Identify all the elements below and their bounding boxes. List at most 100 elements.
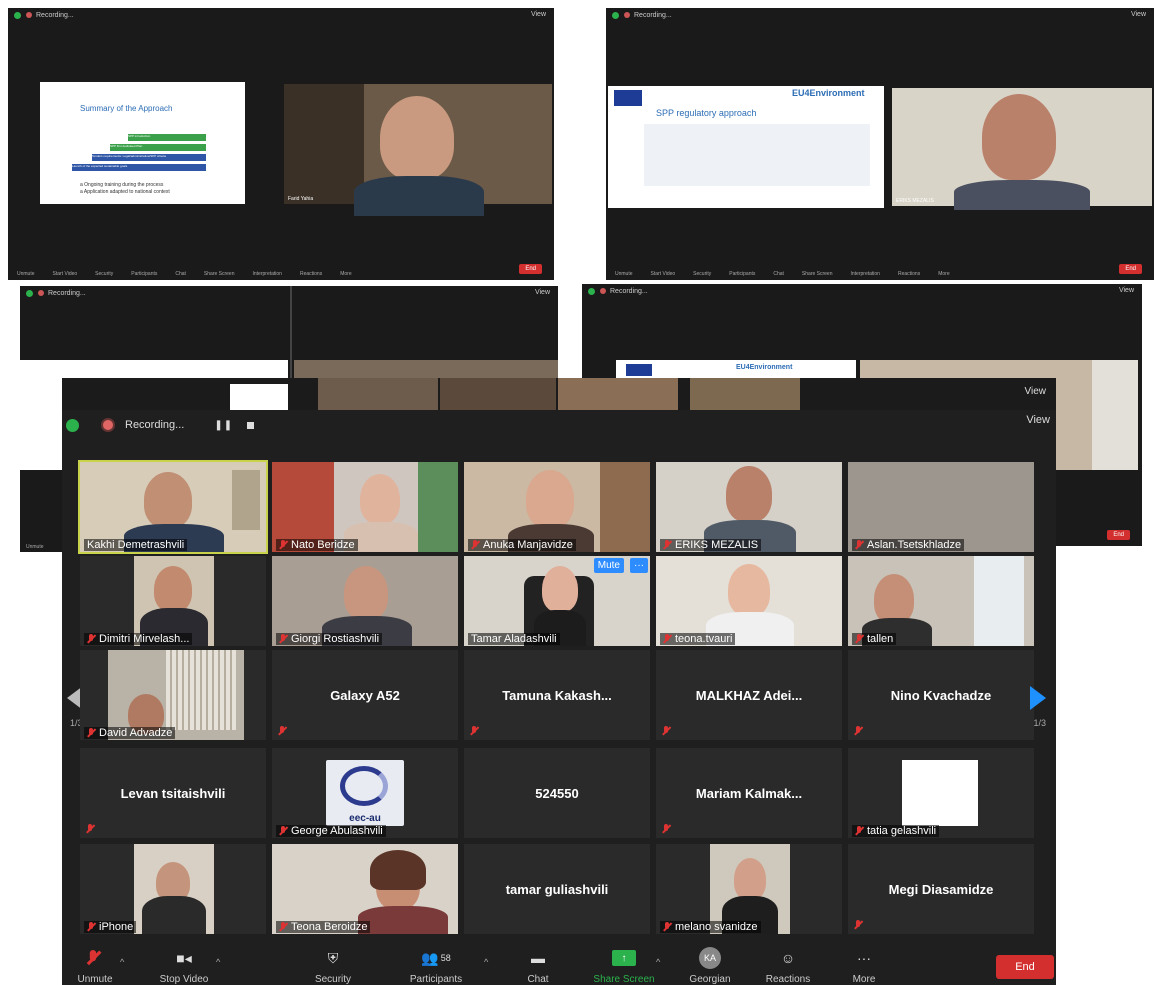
more-button[interactable]: More — [340, 271, 351, 277]
view-button[interactable]: View — [1131, 11, 1146, 18]
view-back-button[interactable]: View — [1025, 386, 1047, 397]
share-screen-button[interactable]: Share Screen — [204, 271, 235, 277]
slide-line-2: a Application adapted to national contex… — [80, 189, 170, 195]
unmute-button[interactable]: Unmute — [615, 271, 633, 277]
participant-tile[interactable]: eec-au George Abulashvili — [272, 748, 458, 838]
main-topbar: Recording... ❚❚ View — [62, 410, 1056, 440]
participant-tile[interactable]: melano svanidze — [656, 844, 842, 934]
slide-bar-4: Launch of the expected sustainable goals — [72, 164, 206, 171]
view-button[interactable]: View — [1026, 414, 1050, 426]
participant-tile[interactable]: MALKHAZ Adei... — [656, 650, 842, 740]
share-screen-icon: ↑ — [612, 950, 636, 966]
end-button[interactable]: End — [1107, 530, 1130, 540]
interpretation-button[interactable]: Interpretation — [851, 271, 880, 277]
more-options-button[interactable]: ··· — [630, 558, 648, 573]
more-dots-icon: ··· — [857, 950, 871, 966]
more-button[interactable]: ··· More — [844, 948, 884, 985]
share-options-caret-icon[interactable]: ^ — [656, 957, 660, 967]
share-screen-button[interactable]: Share Screen — [802, 271, 833, 277]
participant-name: melano svanidze — [660, 921, 761, 933]
participant-head — [344, 566, 388, 620]
chat-button[interactable]: Chat — [773, 271, 784, 277]
participant-tile[interactable]: ERIKS MEZALIS — [656, 462, 842, 552]
view-button[interactable]: View — [535, 289, 550, 296]
end-meeting-button[interactable]: End — [996, 955, 1054, 979]
participant-tile[interactable]: iPhone — [80, 844, 266, 934]
speaker-body — [354, 176, 484, 216]
end-button[interactable]: End — [1119, 264, 1142, 274]
participant-head — [726, 466, 772, 522]
mic-muted-icon — [663, 540, 671, 550]
participant-tile[interactable]: Nato Beridze — [272, 462, 458, 552]
recording-indicator: Recording... — [101, 418, 184, 432]
participant-tile[interactable]: Tamuna Kakash... — [464, 650, 650, 740]
participant-tile[interactable]: Anuka Manjavidze — [464, 462, 650, 552]
more-button[interactable]: More — [938, 271, 949, 277]
interpretation-button[interactable]: Interpretation — [253, 271, 282, 277]
participant-tile[interactable]: 524550 — [464, 748, 650, 838]
window-blinds — [1092, 360, 1138, 470]
participant-tile[interactable]: tamar guliashvili — [464, 844, 650, 934]
next-page-arrow-icon[interactable] — [1030, 686, 1046, 710]
participants-button[interactable]: Participants — [729, 271, 755, 277]
participant-tile[interactable]: Kakhi Demetrashvili — [78, 460, 268, 554]
participant-tile[interactable]: teona.tvauri — [656, 556, 842, 646]
audio-options-caret-icon[interactable]: ^ — [120, 957, 124, 967]
share-screen-button[interactable]: ↑ Share Screen — [588, 948, 660, 985]
participants-caret-icon[interactable]: ^ — [484, 957, 488, 967]
unmute-button[interactable]: Unmute — [70, 948, 120, 985]
participant-head — [728, 564, 770, 616]
recording-label: Recording... — [610, 287, 648, 295]
reactions-button[interactable]: ☺ Reactions — [760, 948, 816, 985]
meeting-toolbar: Unmute ^ ■◂ Stop Video ^ ⛨ Security 👥 58 … — [62, 935, 1056, 985]
stop-recording-icon[interactable] — [247, 421, 255, 429]
participant-tile[interactable]: tallen — [848, 556, 1034, 646]
mic-muted-icon — [855, 826, 863, 836]
language-button[interactable]: KA Georgian — [684, 947, 736, 985]
participant-name: Nato Beridze — [276, 539, 358, 551]
shield-icon — [588, 287, 595, 295]
participant-tile[interactable]: tatia gelashvili — [848, 748, 1034, 838]
participant-tile[interactable]: Dimitri Mirvelash... — [80, 556, 266, 646]
shield-icon — [612, 11, 619, 19]
chat-button[interactable]: ▬ Chat — [518, 948, 558, 985]
participant-tile[interactable]: Nino Kvachadze — [848, 650, 1034, 740]
gallery-strip-back: View — [62, 378, 1056, 412]
participant-tile[interactable]: Megi Diasamidze — [848, 844, 1034, 934]
security-button[interactable]: ⛨ Security — [308, 948, 358, 985]
unmute-button[interactable]: Unmute — [17, 271, 35, 277]
start-video-button[interactable]: Start Video — [53, 271, 78, 277]
participants-button[interactable]: Participants — [131, 271, 157, 277]
participant-tile[interactable]: Levan tsitaishvili — [80, 748, 266, 838]
security-button[interactable]: Security — [95, 271, 113, 277]
reactions-button[interactable]: Reactions — [898, 271, 920, 277]
stop-video-button[interactable]: ■◂ Stop Video — [152, 948, 216, 985]
reactions-button[interactable]: Reactions — [300, 271, 322, 277]
participants-button[interactable]: 👥 58 Participants — [402, 948, 470, 985]
participant-body — [142, 896, 206, 934]
mic-muted-icon — [854, 726, 862, 736]
end-button[interactable]: End — [519, 264, 542, 274]
zoom-window-2: Recording... View EU4Environment SPP reg… — [606, 8, 1154, 280]
window-light — [974, 556, 1024, 646]
participant-tile[interactable]: Mute ··· Tamar Aladashvili — [464, 556, 650, 646]
participant-name: Giorgi Rostiashvili — [276, 633, 383, 645]
participant-tile[interactable]: Giorgi Rostiashvili — [272, 556, 458, 646]
participant-tile[interactable]: Mariam Kalmak... — [656, 748, 842, 838]
mic-muted-icon — [86, 824, 94, 834]
start-video-button[interactable]: Start Video — [651, 271, 676, 277]
participant-tile[interactable]: Galaxy A52 — [272, 650, 458, 740]
view-button[interactable]: View — [531, 11, 546, 18]
participant-tile[interactable]: Teona Beroidze — [272, 844, 458, 934]
window-blinds — [166, 650, 236, 730]
chat-button[interactable]: Chat — [175, 271, 186, 277]
participant-tile[interactable]: David Advadze — [80, 650, 266, 740]
video-options-caret-icon[interactable]: ^ — [216, 957, 220, 967]
security-button[interactable]: Security — [693, 271, 711, 277]
unmute-button[interactable]: Unmute — [26, 544, 44, 550]
mute-participant-button[interactable]: Mute — [593, 558, 624, 573]
participant-tile[interactable]: Aslan.Tsetskhladze — [848, 462, 1034, 552]
pause-recording-icon[interactable]: ❚❚ — [214, 420, 233, 431]
view-button[interactable]: View — [1119, 287, 1134, 294]
participant-name-center: MALKHAZ Adei... — [695, 687, 803, 703]
